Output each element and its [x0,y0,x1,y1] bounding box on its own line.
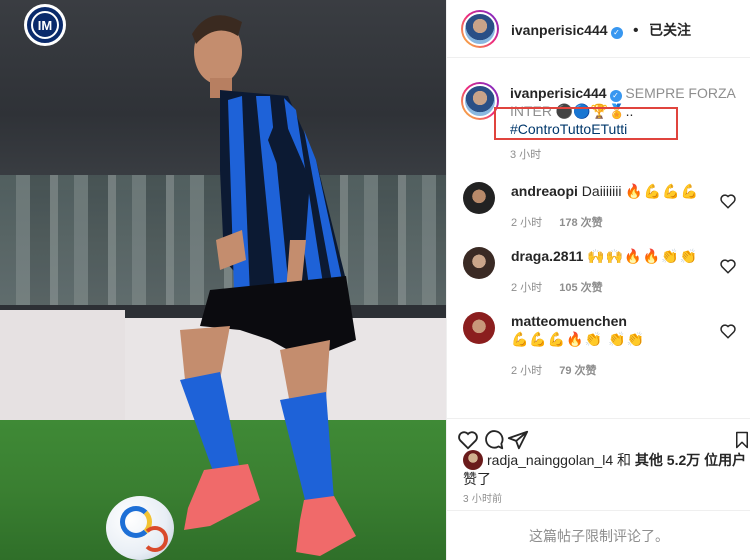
commenter-avatar[interactable] [463,247,495,279]
verified-icon: ✓ [609,90,622,102]
bookmark-icon[interactable] [733,429,750,451]
comment-like-count[interactable]: 79 次赞 [559,365,596,377]
commenter-avatar[interactable] [463,312,495,344]
liker-username[interactable]: radja_nainggolan_l4 [487,452,613,468]
author-username[interactable]: ivanperisic444 [511,22,608,38]
likes-and: 和 [617,452,631,468]
inter-logo: IM [24,4,66,46]
comment-time: 2 小时 [511,365,543,377]
comment-bubble-icon[interactable] [483,429,505,451]
highlight-box [494,107,678,140]
comment-like-count[interactable]: 178 次赞 [559,217,602,229]
commenter-avatar[interactable] [463,182,495,214]
heart-icon[interactable] [719,322,737,340]
commenter-username[interactable]: draga.2811 [511,248,583,264]
comment-item: matteomuenchen 💪💪💪🔥👏 👏👏 2 小时 79 次赞 [463,312,747,377]
post-timestamp: 3 小时前 [463,494,503,505]
like-heart-icon[interactable] [457,429,479,451]
liker-avatar[interactable] [463,450,483,470]
heart-icon[interactable] [719,257,737,275]
ad-board [0,310,125,420]
caption-username[interactable]: ivanperisic444 [510,85,607,101]
comment-time: 2 小时 [511,217,543,229]
follow-status-button[interactable]: 已关注 [649,22,691,38]
post-side-panel: ivanperisic444 ✓ • 已关注 ivanperisic444 ✓ SE… [446,0,750,560]
share-icon[interactable] [507,429,529,451]
likes-liked: 赞了 [463,471,491,487]
comment-item: andreaopi Daiiiiiii 🔥💪💪💪 2 小时 178 次赞 [463,182,747,232]
separator-dot: • [632,22,639,39]
caption-time: 3 小时 [510,149,542,161]
commenter-username[interactable]: andreaopi [511,183,578,199]
comment-item: draga.2811 🙌🙌🔥🔥👏👏 2 小时 105 次赞 [463,247,747,297]
player-figure [180,15,356,556]
comment-emojis: 🙌🙌🔥🔥👏👏 [587,248,698,264]
likes-summary: radja_nainggolan_l4 和 其他 5.2万 位用户 赞了 [463,450,747,488]
likes-others[interactable]: 其他 5.2万 位用户 [635,452,746,468]
comment-emojis: 💪💪💪🔥👏 👏👏 [511,331,645,347]
comment-emojis: 🔥💪💪💪 [625,183,700,199]
comment-text: Daiiiiiii [581,183,622,199]
comment-time: 2 小时 [511,282,543,294]
commenter-username[interactable]: matteomuenchen [511,313,627,329]
verified-icon: ✓ [610,27,623,39]
post-header: ivanperisic444 ✓ • 已关注 [447,0,750,58]
heart-icon[interactable] [719,192,737,210]
author-avatar[interactable] [461,10,499,48]
comment-like-count[interactable]: 105 次赞 [559,282,602,294]
comments-disabled-notice: 这篇帖子限制评论了。 [447,510,750,560]
post-photo[interactable]: IM [0,0,446,560]
football [106,496,174,560]
